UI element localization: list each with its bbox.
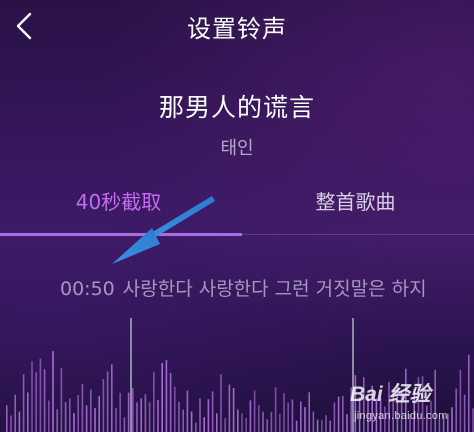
waveform-bar	[48, 400, 50, 432]
waveform-bar	[77, 395, 79, 432]
waveform-bar	[69, 398, 71, 432]
waveform-bar	[119, 392, 121, 432]
waveform-bar	[287, 402, 289, 432]
waveform-bar	[279, 413, 281, 432]
active-tab-indicator	[0, 233, 242, 236]
waveform-bar	[300, 401, 302, 432]
waveform-bar	[283, 393, 285, 432]
waveform-bar	[224, 418, 226, 432]
waveform-bar	[203, 417, 205, 432]
waveform-bar	[106, 371, 109, 432]
waveform-bar	[18, 411, 21, 432]
waveform-bar	[56, 409, 58, 432]
waveform-bar	[266, 419, 268, 432]
waveform-bar	[35, 372, 37, 432]
lyric-timestamp: 00:50	[60, 278, 115, 300]
waveform-bar	[123, 417, 126, 432]
waveform-bar	[98, 395, 100, 432]
waveform-bar	[190, 411, 193, 432]
waveform-bar	[220, 374, 222, 432]
header-bar: 设置铃声	[0, 0, 474, 52]
waveform-bar	[127, 392, 130, 432]
waveform-bar	[140, 398, 142, 432]
waveform-bar	[115, 408, 117, 432]
waveform-bar	[249, 400, 252, 432]
waveform-bar	[211, 391, 214, 432]
waveform-bar	[241, 413, 243, 432]
waveform-bar	[308, 392, 310, 432]
ringtone-settings-screen: 设置铃声 那男人的谎言 태인 40秒截取 整首歌曲 00:50 사랑한다 사랑한다…	[0, 0, 474, 432]
waveform-bar	[144, 394, 147, 432]
waveform-bar	[304, 407, 306, 432]
waveform-bar	[274, 387, 277, 432]
waveform-bar	[325, 415, 327, 432]
waveform-bar	[165, 360, 168, 432]
waveform-bar	[14, 394, 16, 432]
waveform-bar	[39, 358, 42, 432]
waveform-bar	[52, 351, 54, 432]
waveform-bar	[90, 389, 92, 432]
waveform-bar	[43, 369, 46, 432]
song-artist: 태인	[220, 138, 254, 159]
waveform-bar	[186, 390, 189, 432]
tab-bar: 40秒截取 整首歌曲	[0, 176, 474, 238]
waveform-bar	[157, 399, 159, 432]
waveform-bar	[22, 374, 25, 432]
waveform-bar	[153, 371, 155, 432]
waveform-bar	[295, 420, 298, 432]
waveform-bar	[6, 405, 8, 432]
waveform-bar	[102, 379, 105, 432]
waveform-bar	[337, 396, 340, 432]
waveform-bar	[333, 402, 336, 432]
waveform-bar	[258, 405, 260, 432]
waveform-bar	[81, 384, 84, 432]
waveform-bar	[262, 411, 264, 432]
waveform-bar	[31, 361, 33, 432]
waveform-bar	[111, 364, 113, 432]
waveform-bar	[342, 395, 344, 432]
waveform-bar	[27, 392, 29, 432]
waveform-bar	[174, 386, 176, 432]
waveform-bar	[207, 399, 210, 432]
baidu-watermark: Bai 经验 jingyan.baidu.com	[350, 378, 474, 432]
lyric-line[interactable]: 00:50 사랑한다 사랑한다 그런 거짓말은 하지	[60, 274, 427, 301]
waveform-bar	[195, 422, 197, 432]
waveform-bar	[270, 411, 273, 432]
watermark-brand: Bai 经验	[350, 383, 431, 406]
tab-full-song[interactable]: 整首歌曲	[237, 186, 474, 215]
waveform-bar	[253, 390, 256, 432]
waveform-bar	[85, 405, 88, 432]
waveform-bar	[291, 399, 294, 432]
waveform-bar	[245, 417, 247, 432]
page-title: 设置铃声	[187, 15, 287, 43]
waveform-bar	[148, 402, 151, 432]
waveform-bar	[321, 419, 323, 432]
waveform-bar	[94, 407, 96, 432]
tab-40s-clip[interactable]: 40秒截取	[0, 186, 237, 215]
waveform-bar	[346, 414, 348, 432]
watermark-url: jingyan.baidu.com	[354, 410, 448, 422]
waveform-bar	[329, 420, 331, 432]
waveform-bar	[136, 402, 138, 432]
waveform-bar	[132, 388, 134, 432]
song-title: 那男人的谎言	[158, 93, 315, 122]
waveform-bar	[10, 415, 12, 432]
waveform-bar	[178, 401, 180, 432]
waveform-bar	[316, 419, 319, 432]
clip-boundary-marker[interactable]	[130, 318, 132, 432]
waveform-bar	[60, 368, 63, 432]
waveform-bar	[169, 373, 172, 432]
waveform-bar	[228, 384, 231, 432]
waveform-bar	[312, 411, 315, 432]
waveform-bar	[216, 413, 218, 432]
lyric-text: 사랑한다 사랑한다 그런 거짓말은 하지	[122, 278, 427, 300]
waveform-bar	[232, 388, 235, 432]
waveform-bar	[161, 363, 163, 432]
waveform-bar	[64, 402, 67, 432]
waveform-bar	[199, 398, 201, 432]
waveform-bar	[73, 413, 75, 432]
waveform-bar	[182, 409, 184, 432]
waveform-bar	[237, 409, 239, 432]
